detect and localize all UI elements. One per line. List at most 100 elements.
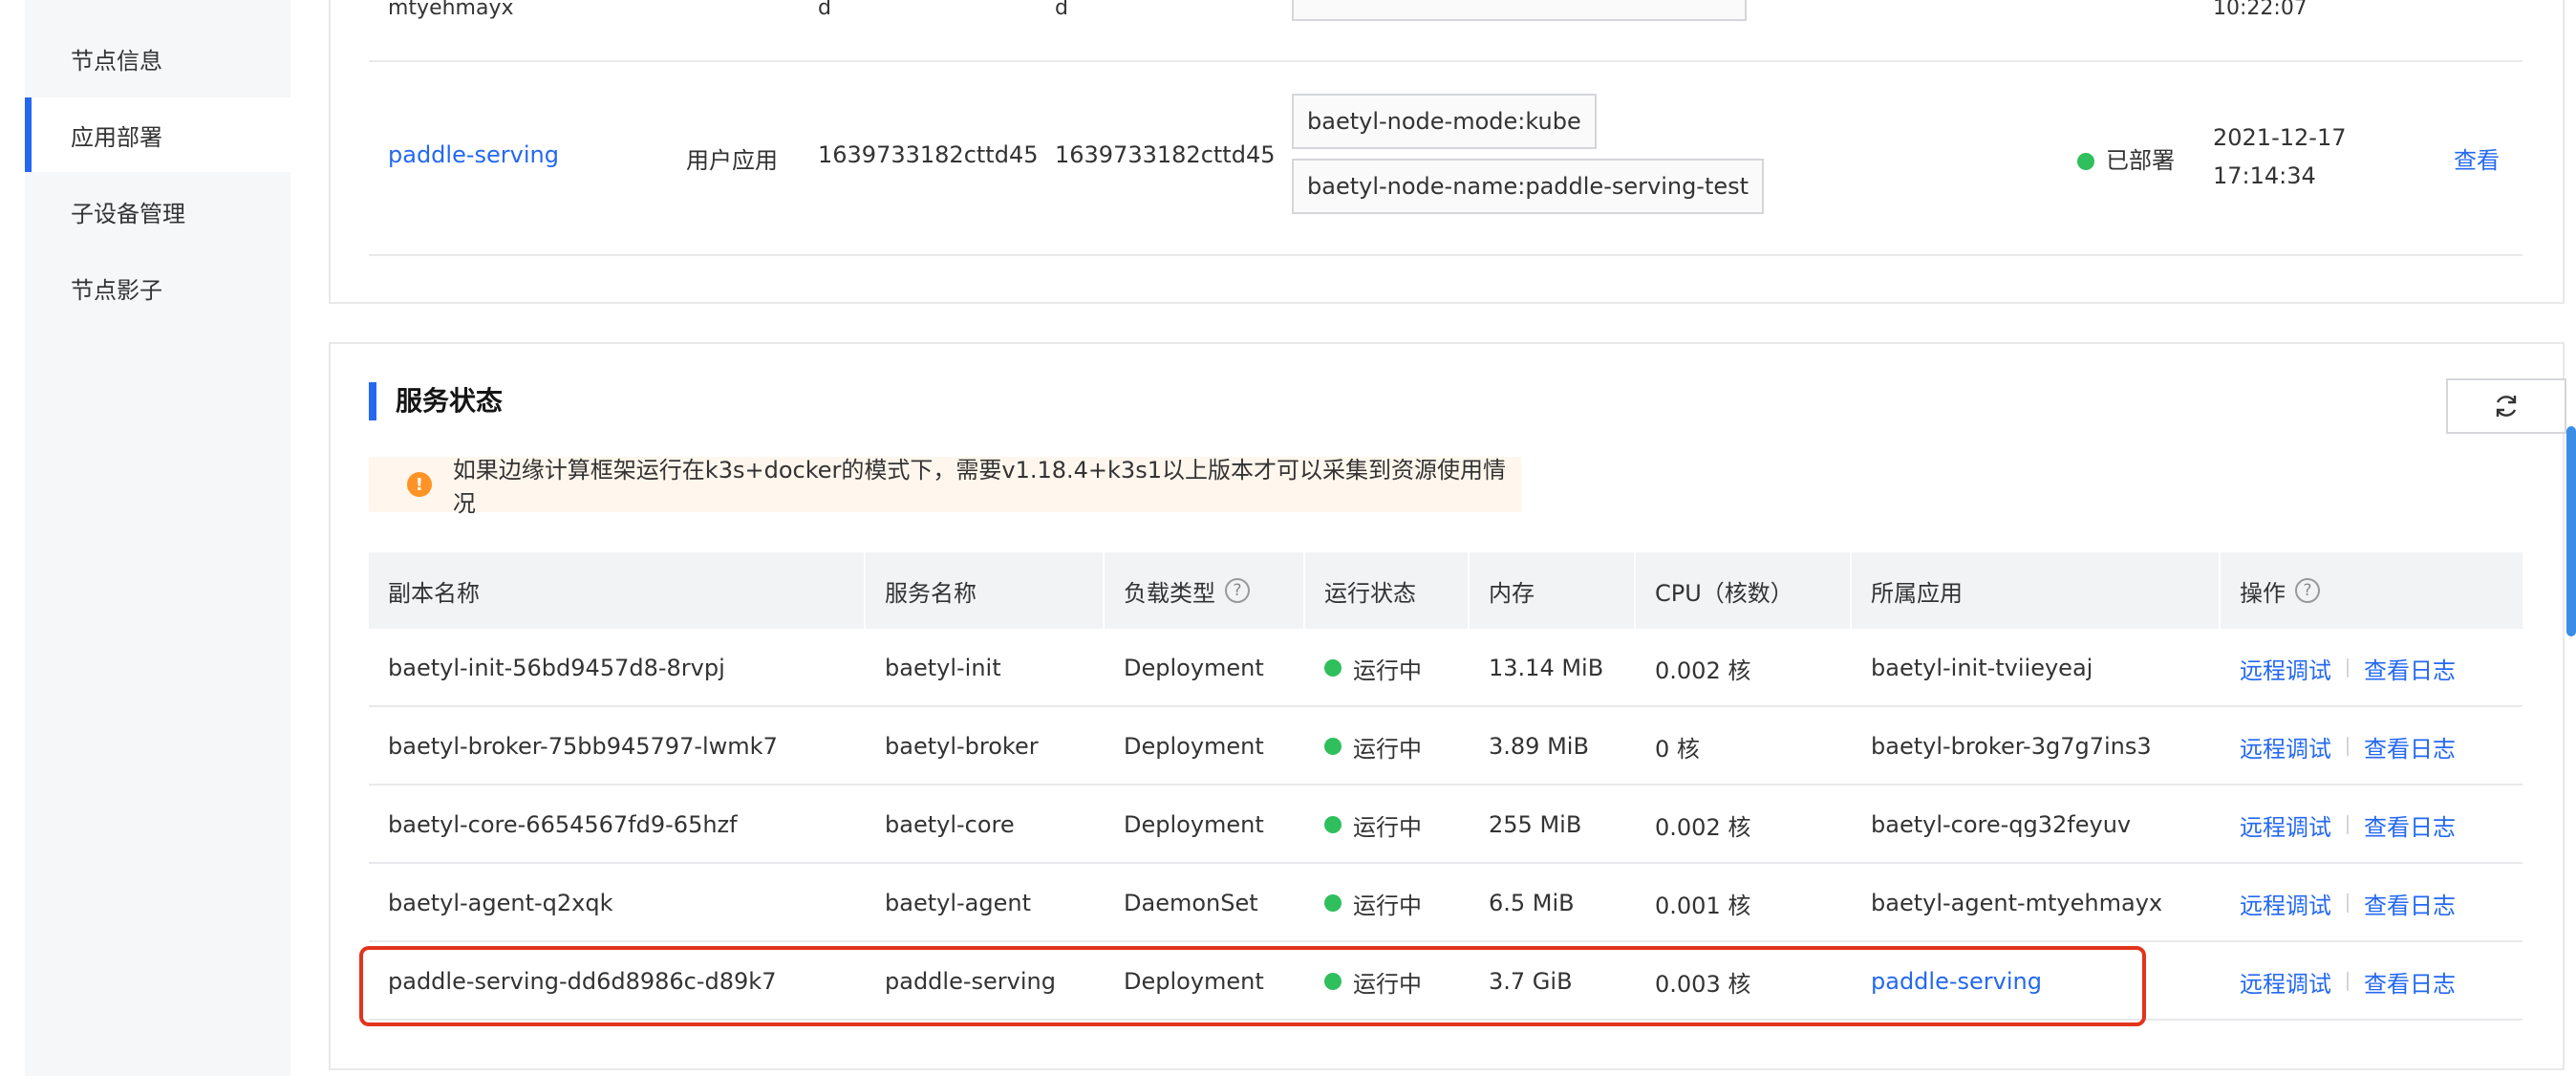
replica-name: baetyl-init-56bd9457d8-8rvpj: [388, 655, 725, 681]
col-header-run-status: 运行状态: [1305, 552, 1470, 629]
run-status: 运行中: [1305, 864, 1422, 942]
memory: 255 MiB: [1489, 811, 1582, 838]
row-divider: [369, 254, 2522, 256]
col-header-service: 服务名称: [866, 552, 1105, 629]
deploy-status: 已部署: [2077, 141, 2175, 175]
cpu: 0 核: [1655, 735, 1700, 763]
status-dot-icon: [1324, 816, 1342, 833]
row-actions: 远程调试 查看日志: [2221, 864, 2456, 942]
view-logs-link[interactable]: 查看日志: [2364, 652, 2456, 685]
sidebar-item-node-shadow[interactable]: 节点影子: [25, 250, 290, 325]
warning-icon: !: [407, 472, 432, 497]
app-version: 1639733182cttd45: [818, 141, 1039, 168]
status-label: 已部署: [2106, 147, 2175, 174]
cpu: 0.002 核: [1655, 656, 1751, 684]
highlight-box: [359, 946, 2146, 1026]
view-logs-link[interactable]: 查看日志: [2364, 965, 2456, 999]
divider: [2347, 815, 2349, 834]
col-header-memory: 内存: [1470, 552, 1636, 629]
service-name: baetyl-core: [885, 811, 1015, 838]
row-actions: 远程调试 查看日志: [2221, 942, 2456, 1021]
table-row: baetyl-broker-75bb945797-lwmk7 baetyl-br…: [369, 707, 2522, 785]
remote-debug-link[interactable]: 远程调试: [2240, 965, 2331, 999]
selector-tag: baetyl-node-mode:kube: [1292, 94, 1597, 149]
view-logs-link[interactable]: 查看日志: [2364, 887, 2456, 920]
sidebar-item-label: 应用部署: [71, 123, 162, 151]
memory: 13.14 MiB: [1489, 655, 1604, 681]
run-status: 运行中: [1305, 629, 1422, 707]
app-name: baetyl-broker-3g7g7ins3: [1871, 733, 2152, 760]
divider: [2347, 972, 2349, 991]
app-name-link[interactable]: paddle-serving: [388, 141, 559, 168]
app-name: baetyl-agent-mtyehmayx: [1871, 890, 2163, 916]
cut-row-time: 10:22:07: [2213, 0, 2308, 20]
remote-debug-link[interactable]: 远程调试: [2240, 808, 2331, 842]
load-type: Deployment: [1124, 811, 1264, 838]
run-status: 运行中: [1305, 785, 1422, 864]
cut-row-col3: d: [818, 0, 831, 20]
col-header-load-type: 负载类型?: [1105, 552, 1305, 629]
row-actions: 远程调试 查看日志: [2221, 707, 2456, 785]
app-name: baetyl-core-qg32feyuv: [1871, 811, 2132, 838]
section-accent-bar: [369, 382, 376, 420]
remote-debug-link[interactable]: 远程调试: [2240, 887, 2331, 920]
remote-debug-link[interactable]: 远程调试: [2240, 652, 2331, 685]
cut-row-name: mtyehmayx: [388, 0, 514, 20]
sidebar-item-subdevice[interactable]: 子设备管理: [25, 174, 290, 248]
status-dot-icon: [1324, 659, 1342, 677]
row-actions: 远程调试 查看日志: [2221, 629, 2456, 707]
app-name: baetyl-init-tviieyeaj: [1871, 655, 2093, 681]
sidebar-item-label: 节点信息: [71, 47, 162, 75]
divider: [2347, 737, 2349, 756]
row-divider: [369, 60, 2522, 62]
replica-name: baetyl-broker-75bb945797-lwmk7: [388, 733, 778, 760]
cut-row-tag: [1292, 0, 1747, 21]
service-name: baetyl-agent: [885, 890, 1031, 916]
divider: [2347, 658, 2349, 678]
col-header-replica: 副本名称: [369, 552, 866, 629]
cpu: 0.001 核: [1655, 892, 1751, 919]
sidebar-item-label: 节点影子: [71, 276, 162, 304]
sidebar: 节点信息 应用部署 子设备管理 节点影子: [25, 0, 290, 1076]
sidebar-item-label: 子设备管理: [71, 200, 185, 227]
col-header-actions: 操作?: [2221, 552, 2522, 629]
col-header-cpu: CPU（核数）: [1636, 552, 1852, 629]
cut-row-col4: d: [1055, 0, 1068, 20]
remote-debug-link[interactable]: 远程调试: [2240, 730, 2331, 764]
load-type: Deployment: [1124, 733, 1264, 760]
app-version-2: 1639733182cttd45: [1055, 141, 1276, 168]
replica-name: baetyl-core-6654567fd9-65hzf: [388, 811, 738, 838]
table-row: baetyl-core-6654567fd9-65hzf baetyl-core…: [369, 785, 2522, 864]
replica-name: baetyl-agent-q2xqk: [388, 890, 613, 916]
app-type: 用户应用: [686, 147, 778, 174]
notice-text: 如果边缘计算框架运行在k3s+docker的模式下，需要v1.18.4+k3s1…: [452, 457, 1506, 517]
notice-banner: ! 如果边缘计算框架运行在k3s+docker的模式下，需要v1.18.4+k3…: [369, 457, 1521, 517]
load-type: Deployment: [1124, 655, 1264, 681]
table-row: baetyl-agent-q2xqk baetyl-agent DaemonSe…: [369, 864, 2522, 942]
memory: 3.89 MiB: [1489, 733, 1589, 760]
divider: [2347, 893, 2349, 913]
sidebar-item-node-info[interactable]: 节点信息: [25, 21, 290, 96]
view-logs-link[interactable]: 查看日志: [2364, 808, 2456, 842]
app-deploy-card: [329, 0, 2565, 304]
cpu: 0.002 核: [1655, 813, 1751, 841]
help-icon[interactable]: ?: [1225, 578, 1250, 603]
section-title: 服务状态: [396, 385, 504, 417]
memory: 6.5 MiB: [1489, 890, 1575, 916]
view-logs-link[interactable]: 查看日志: [2364, 730, 2456, 764]
service-name: baetyl-broker: [885, 733, 1039, 760]
sidebar-item-app-deploy[interactable]: 应用部署: [25, 97, 290, 172]
refresh-button[interactable]: [2446, 378, 2566, 434]
help-icon[interactable]: ?: [2295, 578, 2320, 603]
deploy-time: 17:14:34: [2213, 162, 2316, 189]
status-dot-icon: [1324, 894, 1342, 912]
status-dot-icon: [2077, 153, 2094, 170]
service-name: baetyl-init: [885, 655, 1001, 681]
status-dot-icon: [1324, 738, 1342, 755]
table-header: 副本名称 服务名称 负载类型? 运行状态 内存 CPU（核数） 所属应用 操作?: [369, 552, 2522, 629]
col-header-app: 所属应用: [1852, 552, 2221, 629]
scrollbar[interactable]: [2566, 426, 2576, 636]
table-row: baetyl-init-56bd9457d8-8rvpj baetyl-init…: [369, 629, 2522, 707]
view-app-link[interactable]: 查看: [2454, 141, 2500, 175]
refresh-icon: [2496, 396, 2517, 417]
